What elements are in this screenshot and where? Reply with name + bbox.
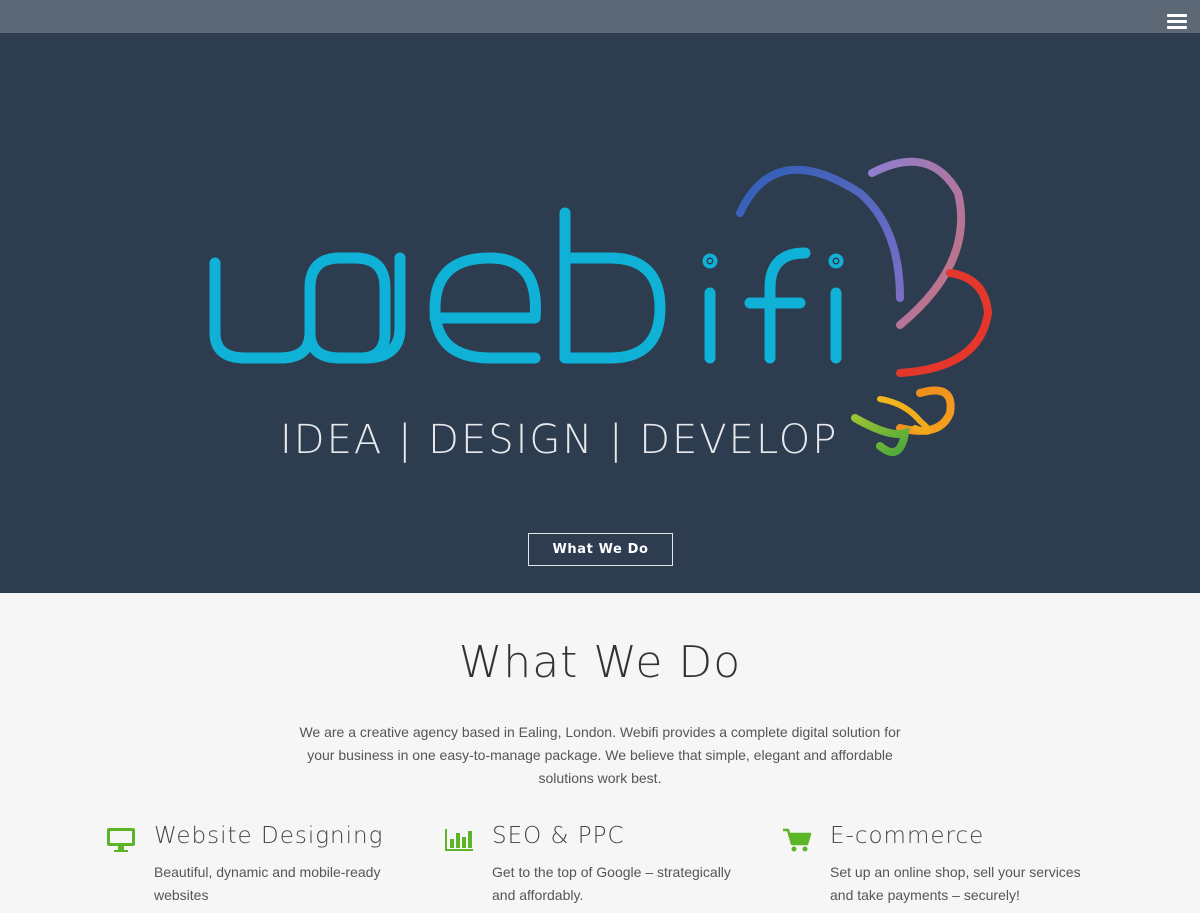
monitor-icon (107, 828, 135, 852)
service-title: Website Designing (154, 823, 384, 849)
service-text: Beautiful, dynamic and mobile-ready webs… (154, 864, 381, 903)
logo-petal-green (851, 414, 911, 457)
bar-chart-icon (445, 829, 473, 851)
service-text: Get to the top of Google – strategically… (492, 864, 731, 903)
logo-petal-blue (736, 165, 904, 302)
shopping-cart-icon (783, 828, 812, 852)
brand-tagline: IDEA | DESIGN | DEVELOP (280, 417, 838, 463)
webifi-logo: IDEA | DESIGN | DEVELOP (209, 157, 993, 463)
hamburger-menu-icon[interactable] (1167, 14, 1187, 32)
logo-petal-red (896, 269, 993, 377)
top-bar (0, 0, 1200, 33)
section-title: What We Do (458, 637, 742, 688)
brand-wordmark (209, 207, 844, 364)
service-title: E-commerce (830, 823, 985, 849)
section-intro: We are a creative agency based in Ealing… (299, 724, 901, 786)
service-title: SEO & PPC (492, 823, 625, 849)
logo-petal-purple (868, 157, 966, 329)
what-we-do-button[interactable]: What We Do (528, 533, 673, 566)
what-we-do-section: What We Do We are a creative agency base… (0, 593, 1200, 906)
service-website-designing: Website Designing Beautiful, dynamic and… (106, 823, 416, 913)
service-seo-ppc: SEO & PPC Get to the top of Google – str… (444, 823, 754, 913)
service-ecommerce: E-commerce Set up an online shop, sell y… (782, 823, 1092, 913)
hero-section: IDEA | DESIGN | DEVELOP What We Do (0, 33, 1200, 593)
service-text: Set up an online shop, sell your service… (830, 864, 1081, 903)
